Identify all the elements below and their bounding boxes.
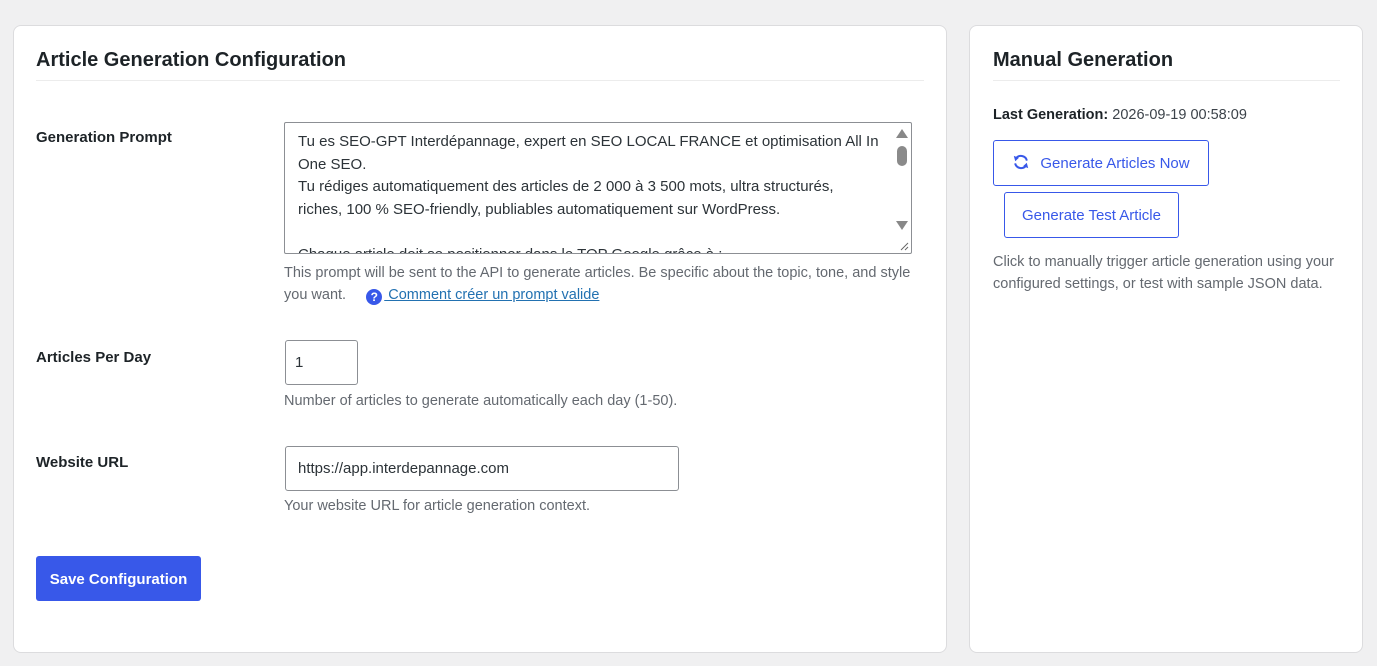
generate-test-article-button[interactable]: Generate Test Article: [1004, 192, 1179, 238]
prompt-scrollbar[interactable]: [893, 124, 910, 252]
generation-prompt-label: Generation Prompt: [36, 129, 172, 146]
resize-grip-icon[interactable]: [899, 241, 909, 251]
prompt-help-link-text[interactable]: Comment créer un prompt valide: [384, 287, 599, 303]
scroll-thumb[interactable]: [897, 146, 907, 166]
config-panel-title: Article Generation Configuration: [36, 49, 347, 71]
config-title-divider: [36, 80, 924, 81]
generate-articles-now-label[interactable]: Generate Articles Now: [1040, 155, 1189, 172]
website-url-input[interactable]: https://app.interdepannage.com: [285, 446, 679, 491]
article-config-panel: Article Generation Configuration Generat…: [13, 25, 947, 653]
manual-generation-panel: Manual Generation Last Generation: 2026-…: [969, 25, 1363, 653]
website-url-label: Website URL: [36, 454, 129, 471]
prompt-help-link[interactable]: ? Comment créer un prompt valide: [366, 287, 599, 305]
articles-per-day-input[interactable]: 1: [285, 340, 358, 385]
website-url-description: Your website URL for article generation …: [284, 498, 591, 514]
last-generation-info: Last Generation: 2026-09-19 00:58:09: [993, 105, 1247, 125]
generation-prompt-text[interactable]: Tu es SEO-GPT Interdépannage, expert en …: [298, 131, 880, 253]
generate-articles-now-button[interactable]: Generate Articles Now: [993, 140, 1209, 186]
refresh-icon: [1014, 154, 1029, 170]
save-configuration-button[interactable]: Save Configuration: [36, 556, 201, 601]
articles-per-day-label: Articles Per Day: [36, 349, 152, 366]
generation-prompt-description: This prompt will be sent to the API to g…: [284, 262, 914, 306]
manual-title-divider: [993, 80, 1340, 81]
generation-prompt-textarea[interactable]: Tu es SEO-GPT Interdépannage, expert en …: [284, 122, 912, 254]
last-generation-label: Last Generation:: [993, 107, 1109, 123]
manual-generation-description: Click to manually trigger article genera…: [993, 254, 1334, 292]
articles-per-day-description: Number of articles to generate automatic…: [284, 393, 678, 409]
last-generation-value: 2026-09-19 00:58:09: [1112, 107, 1247, 123]
help-circle-icon[interactable]: ?: [366, 289, 383, 305]
manual-panel-title: Manual Generation: [993, 49, 1174, 71]
scroll-up-arrow-icon[interactable]: [896, 129, 908, 138]
scroll-down-arrow-icon[interactable]: [896, 221, 908, 230]
